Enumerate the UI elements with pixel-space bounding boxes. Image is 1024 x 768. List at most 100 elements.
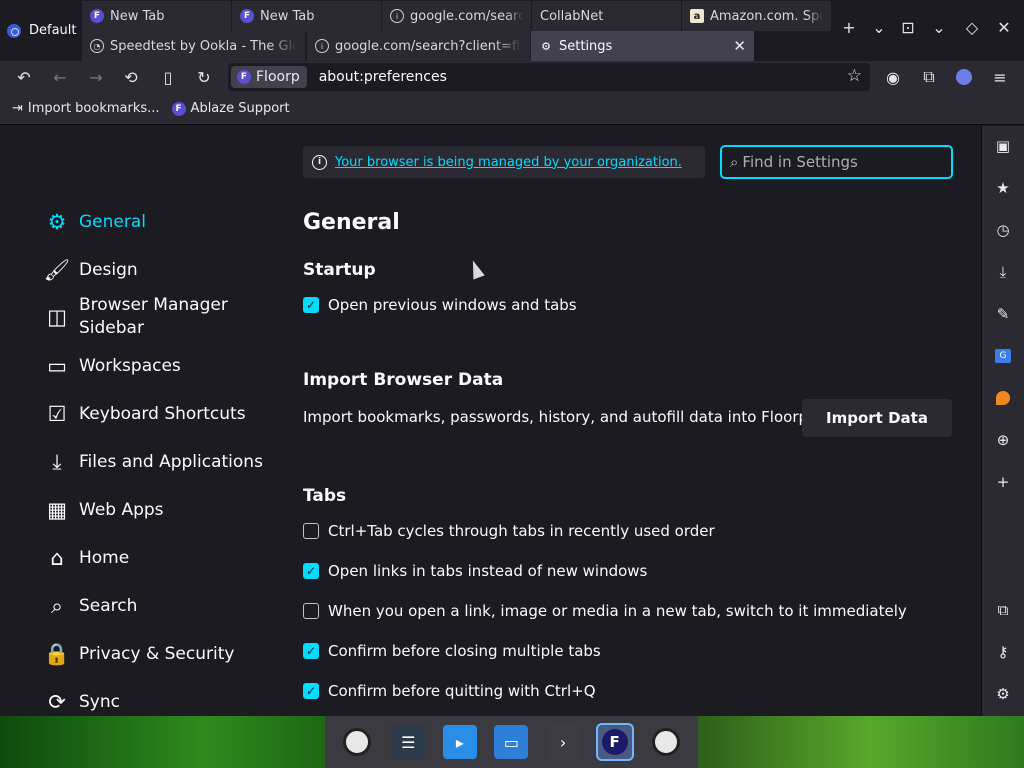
reload-icon[interactable]: ↻ [191, 65, 217, 89]
sync-tabs-icon[interactable]: ⟲ [118, 65, 144, 89]
dock-app-panda-icon[interactable] [649, 725, 683, 759]
workspace-button[interactable]: Default [0, 0, 82, 61]
notes-pen-icon[interactable]: ✎ [991, 302, 1015, 326]
preferences-content: i Your browser is being managed by your … [0, 126, 981, 716]
tab-amazon[interactable]: a Amazon.com. Spe [682, 1, 832, 31]
lock-icon: 🔒 [43, 641, 71, 666]
url-bar[interactable]: F Floorp about:preferences ☆ [228, 63, 870, 91]
checkbox-unchecked[interactable] [303, 603, 319, 619]
close-tab-icon[interactable]: ✕ [733, 37, 746, 55]
gear-icon: ⚙ [541, 39, 551, 53]
chevron-down-icon[interactable]: ⌄ [868, 16, 890, 38]
forward-icon[interactable]: → [83, 65, 109, 89]
category-files-and-applications[interactable]: ⤓ Files and Applications [45, 450, 263, 474]
bookmark-ablaze-support[interactable]: F Ablaze Support [171, 101, 290, 116]
identity-box[interactable]: F Floorp [231, 66, 307, 88]
list-tabs-icon[interactable]: ⌄ [928, 16, 950, 38]
profile-icon[interactable] [951, 65, 977, 89]
dock-app-panda-icon[interactable] [340, 725, 374, 759]
dock-app-store-icon[interactable]: ▸ [442, 725, 477, 759]
extensions-icon[interactable]: ⧉ [916, 65, 942, 89]
window-icon: ▭ [47, 354, 67, 378]
startup-heading: Startup [303, 260, 376, 280]
undo-close-tab-icon[interactable]: ↶ [11, 65, 37, 89]
category-workspaces[interactable]: ▭ Workspaces [45, 354, 181, 378]
sidebar-toggle-icon[interactable]: ▯ [155, 65, 181, 89]
checkbox-checked[interactable]: ✓ [303, 683, 319, 699]
tab-settings[interactable]: ⚙ Settings ✕ [531, 31, 755, 61]
menu-icon[interactable]: ≡ [987, 65, 1013, 89]
add-panel-icon[interactable]: + [991, 470, 1015, 494]
passwords-key-icon[interactable]: ⚷ [991, 640, 1015, 664]
mouse-cursor-icon [467, 258, 485, 280]
checkbox-checked[interactable]: ✓ [303, 643, 319, 659]
settings-gear-icon[interactable]: ⚙ [991, 682, 1015, 706]
confirm-closing-tabs-checkbox[interactable]: ✓ Confirm before closing multiple tabs [303, 642, 601, 660]
identity-label: Floorp [256, 69, 300, 85]
switch-to-new-tab-checkbox[interactable]: When you open a link, image or media in … [303, 602, 907, 620]
dock-app-terminal-icon[interactable]: › [546, 725, 581, 759]
info-icon: i [312, 154, 327, 170]
import-icon: ⇥ [12, 101, 23, 116]
category-general[interactable]: ⚙ General [45, 210, 146, 234]
back-icon[interactable]: ← [47, 65, 73, 89]
confirm-quitting-checkbox[interactable]: ✓ Confirm before quitting with Ctrl+Q [303, 682, 596, 700]
tab-new-tab-2[interactable]: F New Tab [232, 1, 382, 31]
import-description: Import bookmarks, passwords, history, an… [303, 408, 813, 426]
new-tab-icon[interactable]: + [838, 16, 860, 38]
dock-app-files-icon[interactable]: ▭ [494, 725, 529, 759]
close-window-icon[interactable]: ✕ [993, 16, 1015, 38]
floorp-icon: F [237, 70, 251, 84]
search-input[interactable] [742, 153, 933, 171]
addons-icon[interactable]: ⧉ [991, 598, 1015, 622]
amazon-icon: a [690, 9, 704, 23]
tab-new-tab-1[interactable]: F New Tab [82, 1, 232, 31]
category-browser-manager-sidebar[interactable]: ◫ Browser Manager Sidebar [45, 294, 245, 340]
import-heading: Import Browser Data [303, 370, 504, 390]
open-links-in-tabs-checkbox[interactable]: ✓ Open links in tabs instead of new wind… [303, 562, 647, 580]
tab-google-search-2[interactable]: i google.com/search?client=fire [307, 31, 531, 61]
browser-manager-sidebar: ▣ ★ ◷ ⤓ ✎ G ⊕ + ⧉ ⚷ ⚙ [981, 126, 1024, 716]
dock-app-floorp-icon[interactable]: F [595, 723, 634, 761]
checkbox-unchecked[interactable] [303, 523, 319, 539]
tab-speedtest[interactable]: ◔ Speedtest by Ookla - The Glob [82, 31, 306, 61]
checkbox-checked[interactable]: ✓ [303, 297, 319, 313]
download-icon: ⤓ [52, 449, 62, 474]
briefcase-icon[interactable]: ▣ [991, 134, 1015, 158]
category-keyboard-shortcuts[interactable]: ☑ Keyboard Shortcuts [45, 402, 246, 426]
category-web-apps[interactable]: ▦ Web Apps [45, 498, 163, 522]
tab-google-search-1[interactable]: i google.com/search [382, 1, 532, 31]
bookmarks-toolbar: ⇥ Import bookmarks... F Ablaze Support [0, 93, 1024, 125]
tab-group-icon[interactable]: ⊡ [897, 16, 919, 38]
speedtest-icon: ◔ [90, 39, 104, 53]
translate-icon[interactable]: G [991, 344, 1015, 368]
category-search[interactable]: ⌕ Search [45, 594, 137, 618]
bookmark-import[interactable]: ⇥ Import bookmarks... [12, 101, 160, 116]
account-icon[interactable]: ◉ [880, 65, 906, 89]
globe-icon[interactable]: ⊕ [991, 428, 1015, 452]
category-design[interactable]: 🖌 Design [44, 258, 138, 282]
search-box[interactable]: ⌕ [720, 145, 953, 179]
downloads-icon[interactable]: ⤓ [991, 260, 1015, 284]
search-icon: ⌕ [51, 593, 63, 618]
bookmarks-star-icon[interactable]: ★ [991, 176, 1015, 200]
import-data-button[interactable]: Import Data [802, 399, 952, 437]
category-home[interactable]: ⌂ Home [45, 546, 129, 570]
dock-app-settings-icon[interactable]: ☰ [391, 725, 426, 759]
gear-icon: ⚙ [47, 210, 67, 234]
policies-link[interactable]: Your browser is being managed by your or… [335, 155, 682, 170]
open-previous-windows-checkbox[interactable]: ✓ Open previous windows and tabs [303, 296, 577, 314]
policies-notice: i Your browser is being managed by your … [303, 146, 705, 178]
url-text[interactable]: about:preferences [319, 69, 447, 85]
diamond-icon[interactable]: ◇ [961, 16, 983, 38]
workspace-icon [7, 23, 21, 38]
category-privacy-security[interactable]: 🔒 Privacy & Security [43, 641, 235, 666]
tab-collabnet[interactable]: CollabNet [532, 1, 682, 31]
star-icon[interactable]: ☆ [847, 66, 862, 86]
ctrl-tab-cycles-checkbox[interactable]: Ctrl+Tab cycles through tabs in recently… [303, 522, 715, 540]
search-icon: ⌕ [730, 153, 739, 171]
category-sync[interactable]: ⟳ Sync [45, 690, 120, 714]
mango-icon[interactable] [991, 386, 1015, 410]
history-icon[interactable]: ◷ [991, 218, 1015, 242]
checkbox-checked[interactable]: ✓ [303, 563, 319, 579]
